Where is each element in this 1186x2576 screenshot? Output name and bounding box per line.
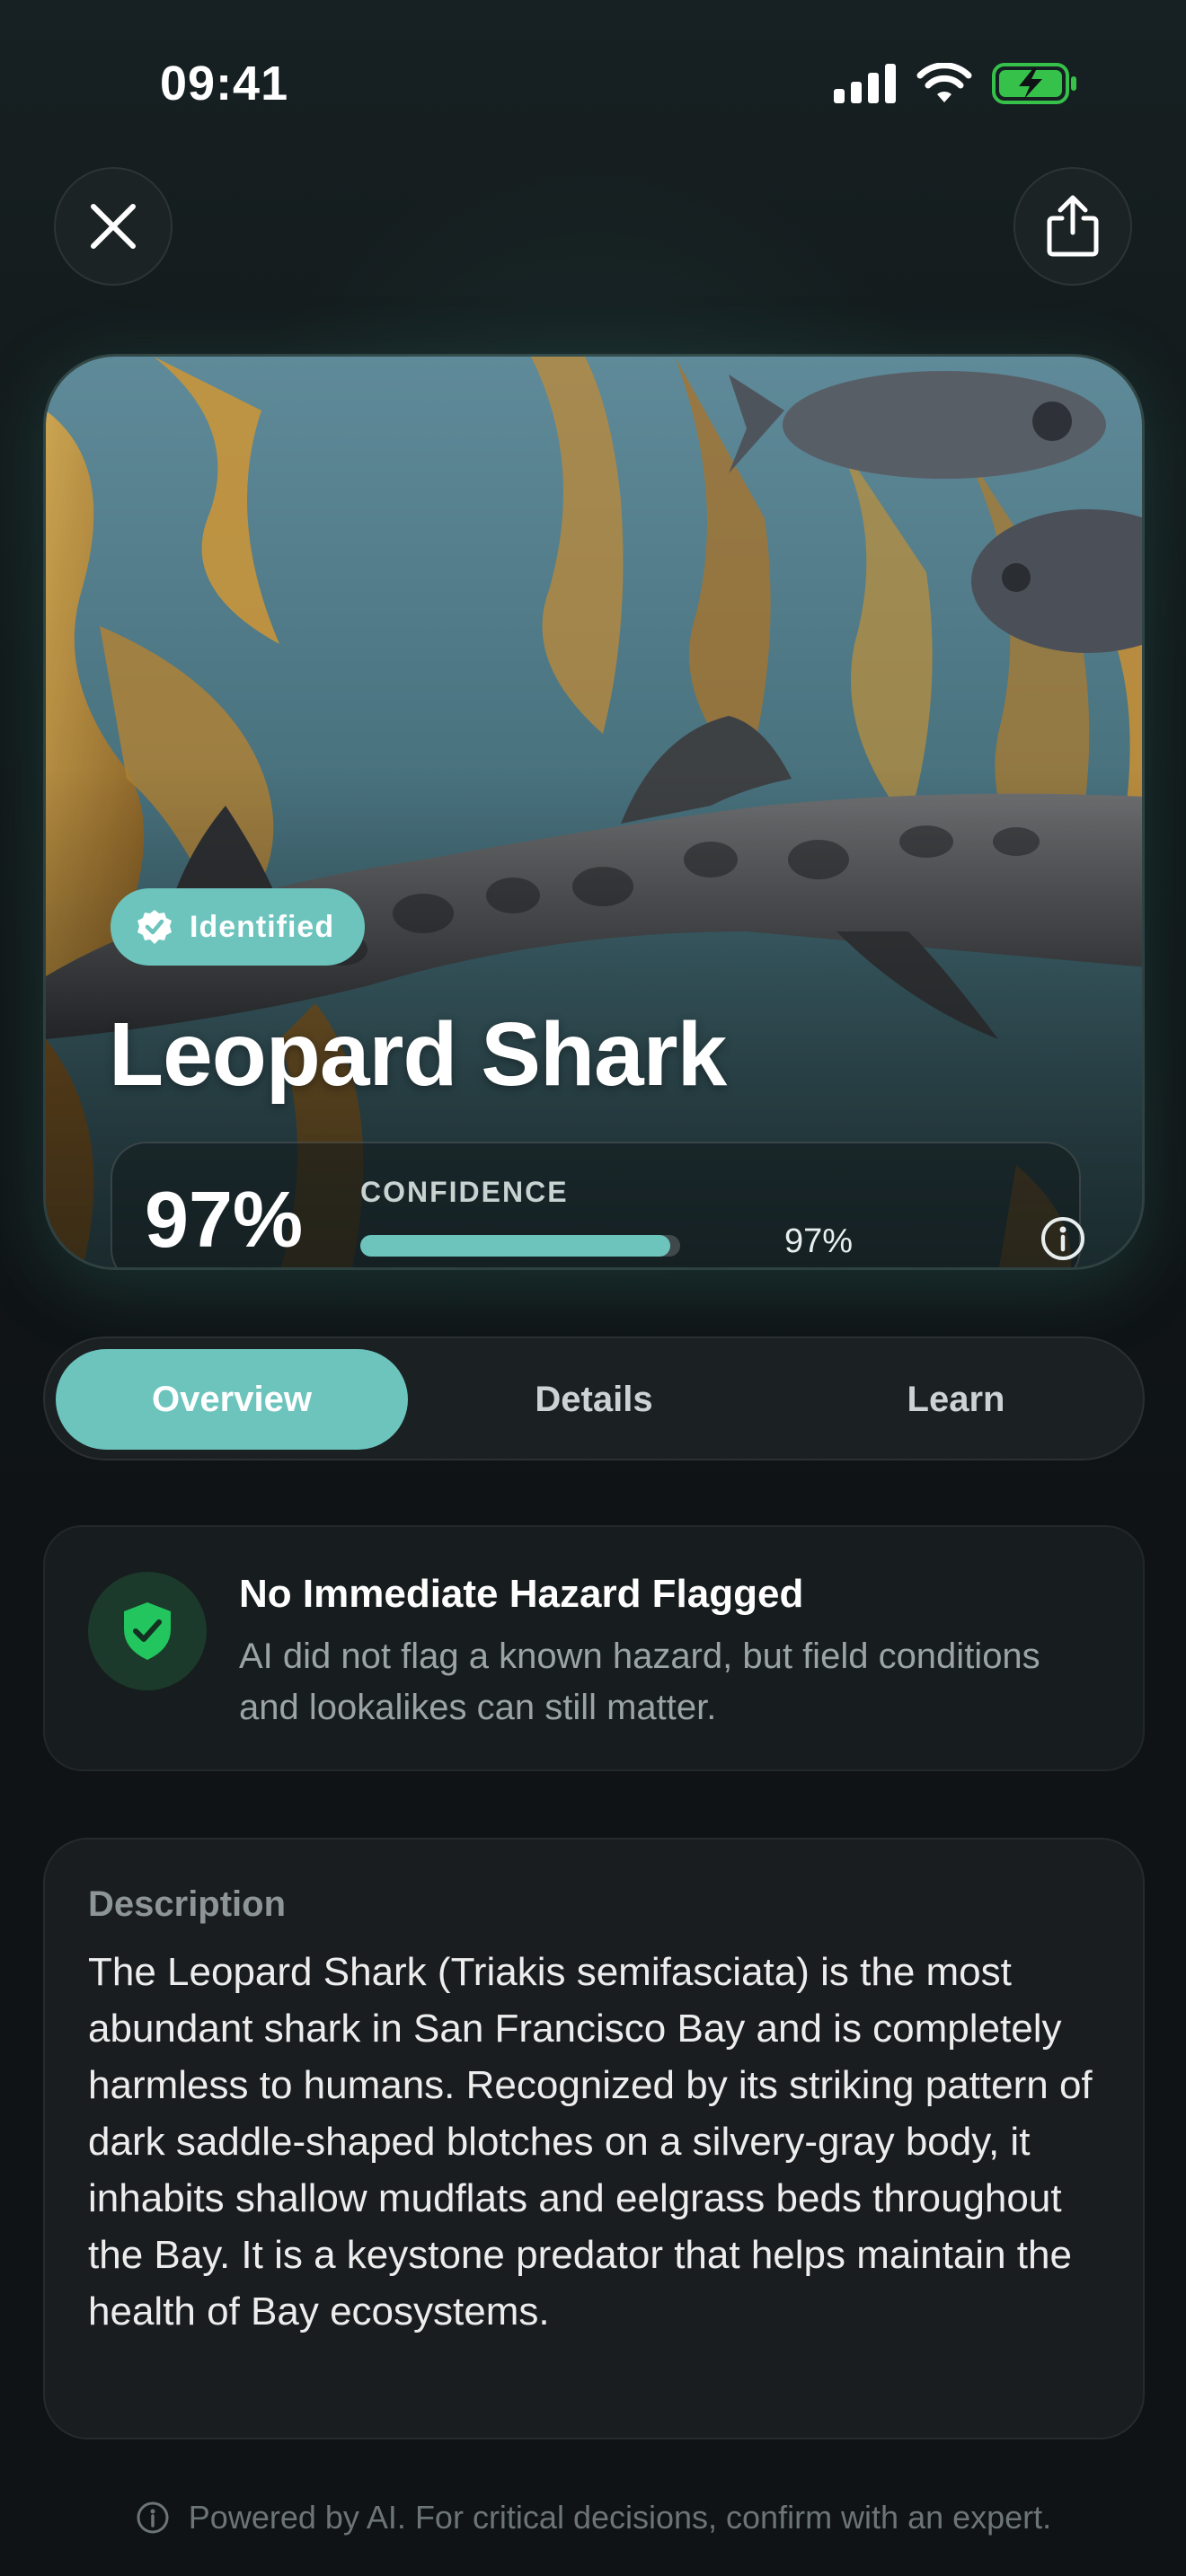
species-title: Leopard Shark [109, 1004, 727, 1105]
status-icons [834, 63, 1078, 104]
verified-check-icon [137, 910, 172, 944]
species-hero-card: Identified Leopard Shark 97% CONFIDENCE … [43, 354, 1145, 1270]
close-button[interactable] [54, 167, 173, 286]
description-title: Description [88, 1884, 287, 1924]
tab-overview[interactable]: Overview [56, 1349, 408, 1450]
close-icon [91, 204, 136, 249]
description-body: The Leopard Shark (Triakis semifasciata)… [88, 1950, 1093, 2333]
confidence-bar [360, 1235, 680, 1257]
info-icon[interactable] [1040, 1215, 1086, 1262]
segmented-tabs: Overview Details Learn [43, 1337, 1145, 1460]
signal-icon [834, 64, 896, 103]
confidence-bar-fill [360, 1235, 671, 1257]
species-photo [46, 357, 1142, 1267]
share-button[interactable] [1013, 167, 1132, 286]
description-card: Description The Leopard Shark (Triakis s… [43, 1838, 1145, 2439]
battery-charging-icon [992, 63, 1076, 104]
hazard-title: No Immediate Hazard Flagged [239, 1572, 804, 1616]
tab-details[interactable]: Details [418, 1349, 770, 1450]
hazard-text: AI did not flag a known hazard, but fiel… [239, 1636, 1040, 1727]
confidence-percent: 97% [145, 1175, 304, 1264]
confidence-label: CONFIDENCE [360, 1176, 569, 1208]
wifi-icon [916, 63, 972, 102]
shield-check-icon [124, 1602, 171, 1660]
hazard-icon-wrap [88, 1572, 207, 1690]
badge-label: Identified [190, 909, 335, 944]
status-bar: 09:41 [0, 0, 1186, 171]
share-icon [1047, 195, 1099, 257]
disclaimer-text: Powered by AI. For critical decisions, c… [188, 2499, 1052, 2536]
status-time: 09:41 [160, 57, 289, 110]
info-icon [137, 2501, 169, 2534]
confidence-value-small: 97% [784, 1222, 854, 1260]
ai-disclaimer: Powered by AI. For critical decisions, c… [0, 2499, 1186, 2536]
tab-learn[interactable]: Learn [780, 1349, 1132, 1450]
identified-badge: Identified [111, 888, 366, 966]
confidence-panel: 97% CONFIDENCE 97% [111, 1142, 1084, 1267]
hazard-card: No Immediate Hazard Flagged AI did not f… [43, 1525, 1145, 1771]
